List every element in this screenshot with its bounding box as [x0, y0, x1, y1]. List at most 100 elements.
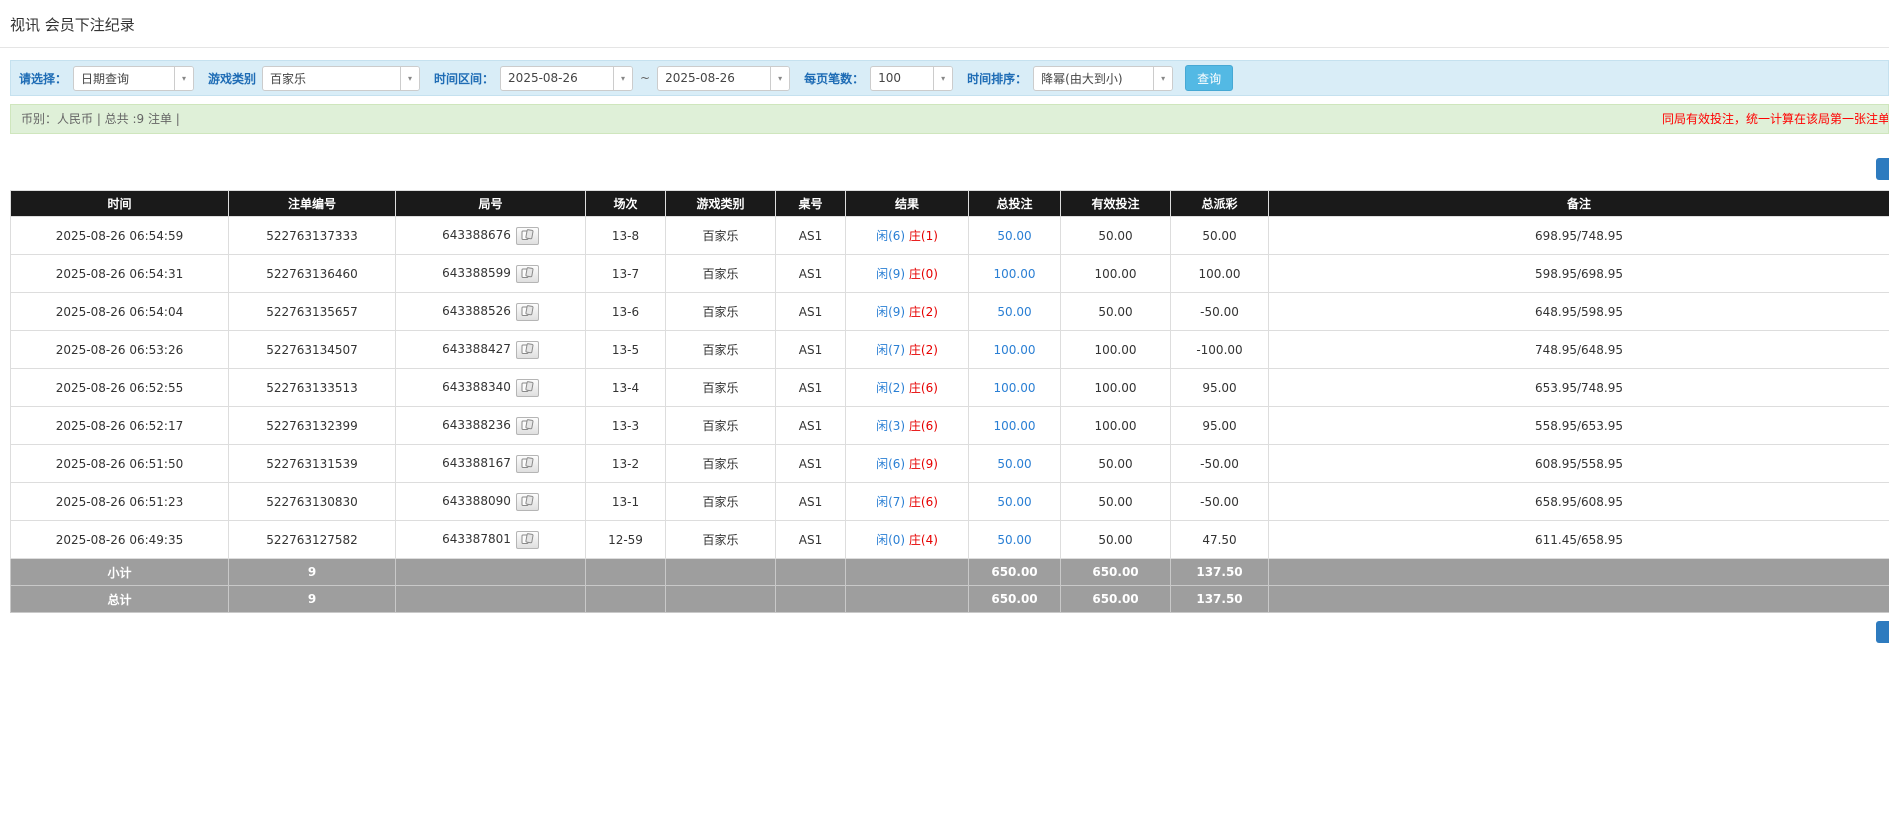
result-player-link[interactable]: 闲(0): [876, 533, 905, 547]
cell-session: 13-2: [586, 445, 666, 483]
result-player-link[interactable]: 闲(7): [876, 343, 905, 357]
summary-bar: 币别：人民币 | 总共 :9 注单 | 同局有效投注，统一计算在该局第一张注单内: [10, 104, 1889, 134]
query-type-select[interactable]: 日期查询 ▾: [73, 66, 194, 91]
footer-empty-cell: [1269, 586, 1889, 613]
round-number: 643388676: [442, 228, 511, 242]
footer-total-bet: 650.00: [969, 586, 1061, 613]
cell-payout: 95.00: [1171, 369, 1269, 407]
view-cards-button[interactable]: [516, 265, 539, 283]
table-row: 2025-08-26 06:54:31522763136460643388599…: [11, 255, 1889, 293]
result-banker-link[interactable]: 庄(0): [909, 267, 938, 281]
cell-session: 13-6: [586, 293, 666, 331]
result-banker-link[interactable]: 庄(9): [909, 457, 938, 471]
total-bet-link[interactable]: 50.00: [997, 305, 1031, 319]
view-cards-button[interactable]: [516, 303, 539, 321]
pagination-button-partial-bottom[interactable]: [1876, 621, 1889, 643]
table-footer-row: 总计9650.00650.00137.50: [11, 586, 1889, 613]
result-banker-link[interactable]: 庄(4): [909, 533, 938, 547]
table-row: 2025-08-26 06:51:50522763131539643388167…: [11, 445, 1889, 483]
view-cards-button[interactable]: [516, 417, 539, 435]
chevron-down-icon[interactable]: ▾: [933, 67, 952, 90]
result-banker-link[interactable]: 庄(6): [909, 381, 938, 395]
footer-total-bet: 650.00: [969, 559, 1061, 586]
chevron-down-icon[interactable]: ▾: [400, 67, 419, 90]
result-banker-link[interactable]: 庄(2): [909, 343, 938, 357]
cell-round-number: 643388676: [396, 217, 586, 255]
cell-payout: -50.00: [1171, 483, 1269, 521]
view-cards-button[interactable]: [516, 531, 539, 549]
total-bet-link[interactable]: 100.00: [994, 267, 1036, 281]
cell-round-number: 643387801: [396, 521, 586, 559]
total-bet-link[interactable]: 50.00: [997, 495, 1031, 509]
cell-valid-bet: 100.00: [1061, 407, 1171, 445]
column-header: 备注: [1269, 191, 1889, 217]
round-number: 643388090: [442, 494, 511, 508]
search-button[interactable]: 查询: [1185, 65, 1233, 91]
sort-order-label: 时间排序：: [967, 70, 1027, 87]
total-bet-link[interactable]: 50.00: [997, 457, 1031, 471]
cell-bet-number: 522763132399: [229, 407, 396, 445]
total-bet-link[interactable]: 100.00: [994, 381, 1036, 395]
result-player-link[interactable]: 闲(6): [876, 457, 905, 471]
result-banker-link[interactable]: 庄(6): [909, 495, 938, 509]
cell-result: 闲(6) 庄(9): [846, 445, 969, 483]
footer-empty-cell: [396, 586, 586, 613]
table-body: 2025-08-26 06:54:59522763137333643388676…: [11, 217, 1889, 613]
cell-table-number: AS1: [776, 293, 846, 331]
table-row: 2025-08-26 06:54:59522763137333643388676…: [11, 217, 1889, 255]
cell-total-bet: 50.00: [969, 445, 1061, 483]
cell-result: 闲(2) 庄(6): [846, 369, 969, 407]
result-player-link[interactable]: 闲(3): [876, 419, 905, 433]
cards-icon: [521, 457, 534, 469]
result-player-link[interactable]: 闲(2): [876, 381, 905, 395]
total-bet-link[interactable]: 100.00: [994, 419, 1036, 433]
cell-session: 13-7: [586, 255, 666, 293]
cell-result: 闲(9) 庄(0): [846, 255, 969, 293]
cell-payout: 47.50: [1171, 521, 1269, 559]
view-cards-button[interactable]: [516, 227, 539, 245]
cell-total-bet: 100.00: [969, 369, 1061, 407]
total-bet-link[interactable]: 50.00: [997, 229, 1031, 243]
date-to-select[interactable]: 2025-08-26 ▾: [657, 66, 790, 91]
cell-session: 12-59: [586, 521, 666, 559]
per-page-select[interactable]: 100 ▾: [870, 66, 953, 91]
table-row: 2025-08-26 06:53:26522763134507643388427…: [11, 331, 1889, 369]
view-cards-button[interactable]: [516, 455, 539, 473]
round-number: 643388427: [442, 342, 511, 356]
view-cards-button[interactable]: [516, 341, 539, 359]
result-player-link[interactable]: 闲(9): [876, 305, 905, 319]
total-bet-link[interactable]: 100.00: [994, 343, 1036, 357]
view-cards-button[interactable]: [516, 379, 539, 397]
result-player-link[interactable]: 闲(7): [876, 495, 905, 509]
cell-time: 2025-08-26 06:51:50: [11, 445, 229, 483]
chevron-down-icon[interactable]: ▾: [770, 67, 789, 90]
cell-bet-number: 522763130830: [229, 483, 396, 521]
result-banker-link[interactable]: 庄(1): [909, 229, 938, 243]
pagination-button-partial-top[interactable]: [1876, 158, 1889, 180]
cell-result: 闲(7) 庄(6): [846, 483, 969, 521]
column-header: 总派彩: [1171, 191, 1269, 217]
cell-bet-number: 522763127582: [229, 521, 396, 559]
query-type-label: 请选择：: [19, 70, 67, 87]
cell-note: 698.95/748.95: [1269, 217, 1889, 255]
currency-summary-text: 币别：人民币 | 总共 :9 注单 |: [21, 112, 180, 126]
date-from-select[interactable]: 2025-08-26 ▾: [500, 66, 633, 91]
total-bet-link[interactable]: 50.00: [997, 533, 1031, 547]
records-table-wrap: 时间注单编号局号场次游戏类别桌号结果总投注有效投注总派彩备注 2025-08-2…: [10, 190, 1889, 613]
view-cards-button[interactable]: [516, 493, 539, 511]
game-type-select[interactable]: 百家乐 ▾: [262, 66, 420, 91]
cards-icon: [521, 419, 534, 431]
cell-valid-bet: 50.00: [1061, 445, 1171, 483]
result-banker-link[interactable]: 庄(6): [909, 419, 938, 433]
cell-total-bet: 50.00: [969, 217, 1061, 255]
sort-order-select[interactable]: 降幂(由大到小) ▾: [1033, 66, 1173, 91]
result-player-link[interactable]: 闲(6): [876, 229, 905, 243]
chevron-down-icon[interactable]: ▾: [1153, 67, 1172, 90]
result-banker-link[interactable]: 庄(2): [909, 305, 938, 319]
footer-label: 总计: [11, 586, 229, 613]
chevron-down-icon[interactable]: ▾: [174, 67, 193, 90]
cell-bet-number: 522763137333: [229, 217, 396, 255]
result-player-link[interactable]: 闲(9): [876, 267, 905, 281]
footer-valid-bet: 650.00: [1061, 559, 1171, 586]
chevron-down-icon[interactable]: ▾: [613, 67, 632, 90]
